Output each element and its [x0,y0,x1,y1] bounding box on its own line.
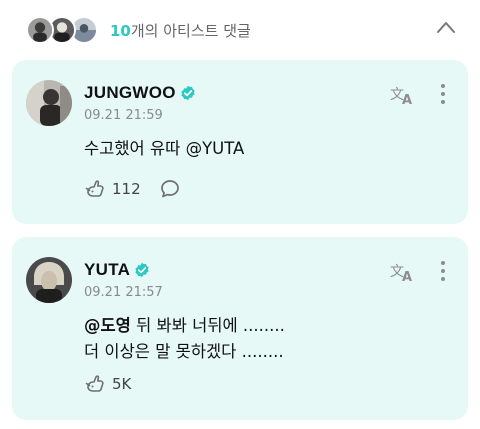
verified-badge-icon [135,262,149,278]
svg-text:A: A [402,270,412,283]
more-vertical-icon[interactable] [439,261,447,283]
comment-card: YUTA 09.21 21:57 文 A @도영 뒤 봐봐 너뒤에 ......… [12,237,468,420]
avatar[interactable] [26,257,72,303]
comment-line: @도영 뒤 봐봐 너뒤에 ........ [84,313,285,339]
chevron-up-icon[interactable] [436,20,456,34]
artist-comments-header[interactable]: 10개의 아티스트 댓글 [0,0,480,58]
like-count: 112 [112,180,141,198]
mention-link[interactable]: @도영 [84,316,131,335]
comment-actions: 5K [84,373,131,395]
svg-text:A: A [402,93,412,106]
author-name[interactable]: YUTA [84,260,130,280]
speech-bubble-icon[interactable] [159,178,181,200]
comment-actions: 112 [84,178,181,200]
comment-body: @도영 뒤 봐봐 너뒤에 ........ 더 이상은 말 못하겠다 .....… [84,313,285,365]
bunny-paw-like-icon [85,180,104,197]
like-count: 5K [112,375,132,393]
comment-text: 뒤 봐봐 너뒤에 ........ [130,316,285,335]
comment-line: 수고했어 유따 @YUTA [84,139,245,158]
author-row: YUTA [84,259,150,281]
verified-badge-icon [181,85,195,101]
artist-avatar-stack [26,16,102,44]
more-vertical-icon[interactable] [439,84,447,106]
comment-timestamp: 09.21 21:59 [84,108,163,123]
comment-count-label: 개의 아티스트 댓글 [130,22,251,40]
translate-icon[interactable]: 文 A [389,84,417,106]
comment-card: JUNGWOO 09.21 21:59 文 A 수고했어 유따 @YUTA 11… [12,60,468,224]
comment-body: 수고했어 유따 @YUTA [84,136,244,162]
artist-comment-count: 10개의 아티스트 댓글 [110,20,251,41]
comment-count-number: 10 [110,22,131,40]
like-button[interactable]: 5K [84,373,131,395]
bunny-paw-like-icon [85,375,104,392]
avatar [26,16,54,44]
like-button[interactable]: 112 [84,178,141,200]
translate-icon[interactable]: 文 A [389,261,417,283]
comment-line: 더 이상은 말 못하겠다 ........ [84,342,284,361]
author-row: JUNGWOO [84,82,196,104]
comment-timestamp: 09.21 21:57 [84,285,163,300]
author-name[interactable]: JUNGWOO [84,83,176,103]
avatar[interactable] [26,80,72,126]
